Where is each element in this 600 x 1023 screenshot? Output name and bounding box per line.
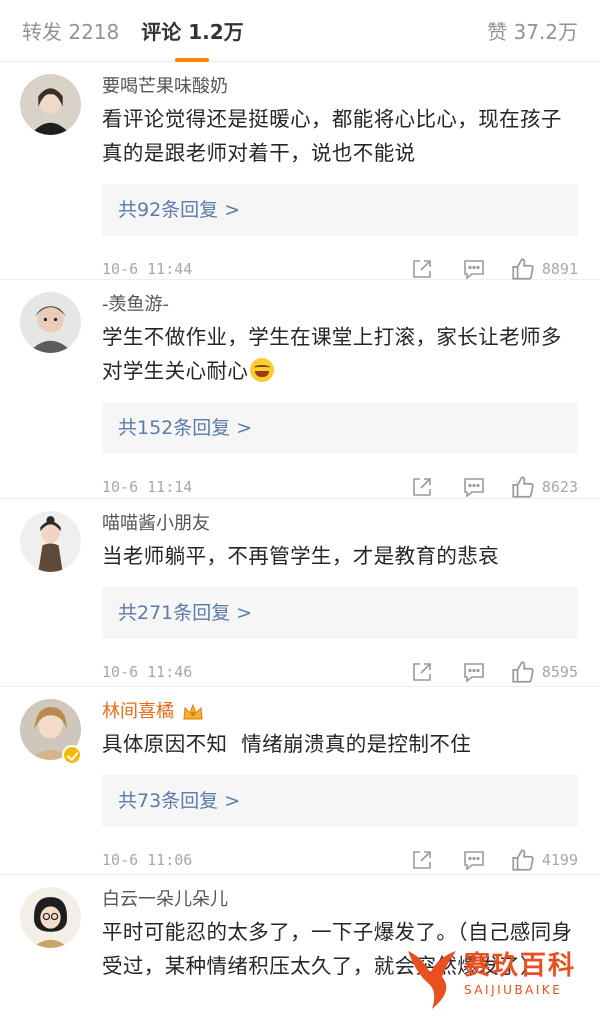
comment-item: 要喝芒果味酸奶 看评论觉得还是挺暖心，都能将心比心，现在孩子真的是跟老师对着干，…	[0, 62, 600, 280]
like-count: 4199	[541, 851, 578, 869]
comment-username[interactable]: 林间喜橘	[102, 697, 578, 727]
watermark-title: 赛玖百科	[464, 951, 577, 981]
share-icon	[413, 478, 431, 496]
like-button[interactable]: 4199	[510, 847, 578, 873]
share-button[interactable]	[410, 257, 434, 281]
comment-username[interactable]: 喵喵酱小朋友	[102, 509, 578, 539]
thumbs-up-icon	[512, 661, 534, 683]
comment-icon	[464, 260, 484, 280]
watermark-logo-icon	[408, 951, 456, 1009]
reply-button[interactable]	[462, 257, 486, 281]
reply-button[interactable]	[462, 660, 486, 684]
comment-icon	[464, 851, 484, 871]
like-count: 8891	[541, 260, 578, 278]
tab-reposts[interactable]: 转发 2218	[22, 16, 119, 45]
comment-time: 10-6 11:44	[102, 260, 193, 278]
laughing-tears-emoji	[250, 358, 275, 382]
comment-item: 喵喵酱小朋友 当老师躺平，不再管学生，才是教育的悲哀 共271条回复 > 10-…	[0, 499, 600, 687]
like-button[interactable]: 8623	[510, 474, 578, 500]
tab-likes[interactable]: 赞 37.2万	[487, 16, 578, 45]
share-button[interactable]	[410, 660, 434, 684]
watermark-subtitle: SAIJIUBAIKE	[464, 983, 563, 997]
comment-username-text: 林间喜橘	[102, 701, 174, 722]
thumbs-up-icon	[512, 476, 534, 498]
comment-time: 10-6 11:46	[102, 663, 193, 681]
comment-text: 看评论觉得还是挺暖心，都能将心比心，现在孩子真的是跟老师对着干，说也不能说	[102, 107, 562, 165]
reply-button[interactable]	[462, 475, 486, 499]
comment-item: -羡鱼游- 学生不做作业，学生在课堂上打滚，家长让老师多对学生关心耐心 共152…	[0, 280, 600, 499]
comment-text: 当老师躺平，不再管学生，才是教育的悲哀	[102, 544, 500, 568]
comment-text: 学生不做作业，学生在课堂上打滚，家长让老师多对学生关心耐心	[102, 320, 578, 388]
comment-username[interactable]: -羡鱼游-	[102, 290, 578, 320]
vip-crown-icon	[183, 703, 203, 720]
comment-tabs: 转发 2218 评论 1.2万 赞 37.2万	[0, 0, 600, 62]
avatar[interactable]	[20, 511, 81, 572]
avatar[interactable]	[20, 74, 81, 135]
tab-comments[interactable]: 评论 1.2万	[141, 16, 243, 45]
comment-username[interactable]: 白云一朵儿朵儿	[102, 885, 578, 915]
avatar[interactable]	[20, 292, 81, 353]
like-count: 8595	[541, 663, 578, 681]
verified-badge-icon	[62, 745, 82, 765]
view-replies-link[interactable]: 共271条回复 >	[102, 587, 578, 639]
share-button[interactable]	[410, 848, 434, 872]
comment-text-content: 学生不做作业，学生在课堂上打滚，家长让老师多对学生关心耐心	[102, 325, 562, 383]
comment-username[interactable]: 要喝芒果味酸奶	[102, 72, 578, 102]
comment-icon	[464, 478, 484, 498]
like-button[interactable]: 8595	[510, 659, 578, 685]
comment-item: 林间喜橘 具体原因不知 情绪崩溃真的是控制不住 共73条回复 > 10-6 11…	[0, 687, 600, 875]
share-icon	[413, 851, 431, 869]
share-button[interactable]	[410, 475, 434, 499]
comment-text: 具体原因不知 情绪崩溃真的是控制不住	[102, 732, 472, 756]
watermark: 赛玖百科 SAIJIUBAIKE	[402, 939, 592, 1017]
share-icon	[413, 663, 431, 681]
view-replies-link[interactable]: 共92条回复 >	[102, 184, 578, 236]
thumbs-up-icon	[512, 849, 534, 871]
like-button[interactable]: 8891	[510, 256, 578, 282]
avatar[interactable]	[20, 887, 81, 948]
view-replies-link[interactable]: 共152条回复 >	[102, 402, 578, 454]
comment-time: 10-6 11:06	[102, 851, 193, 869]
reply-button[interactable]	[462, 848, 486, 872]
like-count: 8623	[541, 478, 578, 496]
thumbs-up-icon	[512, 258, 534, 280]
share-icon	[413, 260, 431, 278]
view-replies-link[interactable]: 共73条回复 >	[102, 775, 578, 827]
comment-time: 10-6 11:14	[102, 478, 193, 496]
comment-icon	[464, 663, 484, 683]
